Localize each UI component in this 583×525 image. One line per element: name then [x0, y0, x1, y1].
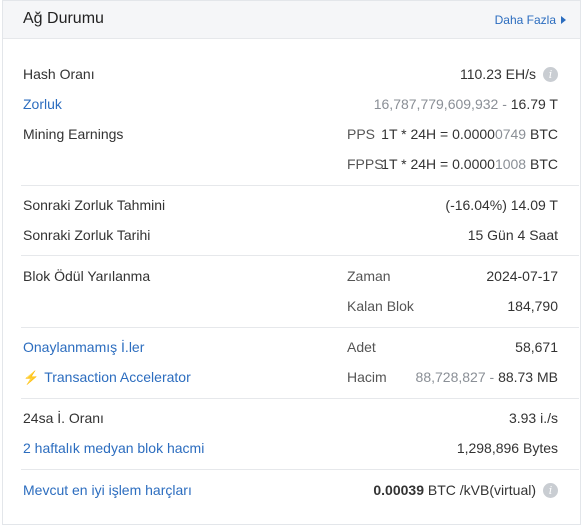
fpps-row: FPPS 1T * 24H = 0.00001008 BTC: [3, 150, 580, 180]
mining-earnings-label: Mining Earnings: [23, 126, 124, 142]
best-fee-link[interactable]: Mevcut en iyi işlem harçları: [23, 482, 192, 498]
next-difficulty-label: Sonraki Zorluk Tahmini: [23, 197, 166, 213]
lightning-bolt-icon[interactable]: ⚡: [23, 370, 39, 385]
best-fee-amount: 0.00039: [373, 482, 424, 498]
accelerator-row: ⚡ Transaction Accelerator Hacim 88,728,82…: [3, 363, 580, 393]
volume-sep: -: [485, 369, 499, 385]
card-header: Ağ Durumu Daha Fazla: [3, 1, 580, 39]
card-title: Ağ Durumu: [23, 10, 104, 27]
unconfirmed-count-value: 58,671: [515, 339, 558, 355]
pps-label: PPS: [347, 126, 376, 142]
difficulty-value: 16,787,779,609,932 - 16.79 T: [374, 96, 558, 112]
halving-time-value: 2024-07-17: [486, 268, 558, 284]
pps-value: 1T * 24H = 0.00000749 BTC: [381, 126, 558, 142]
info-icon[interactable]: i: [543, 483, 558, 498]
divider: [21, 185, 579, 186]
difficulty-short: 16.79 T: [510, 96, 558, 112]
divider: [21, 469, 579, 470]
volume-label: Hacim: [347, 369, 387, 385]
best-fee-unit: BTC /kVB(virtual): [423, 482, 536, 498]
volume-full: 88,728,827: [415, 369, 486, 385]
tx-rate-label: 24sa İ. Oranı: [23, 410, 104, 426]
next-difficulty-date-row: Sonraki Zorluk Tarihi 15 Gün 4 Saat: [3, 221, 580, 251]
median-block-link[interactable]: 2 haftalık medyan blok hacmi: [23, 440, 204, 456]
caret-right-icon[interactable]: [561, 16, 566, 24]
hash-rate-label: Hash Oranı: [23, 66, 95, 82]
divider: [21, 255, 579, 256]
fpps-prefix: 1T * 24H = 0.0000: [381, 156, 495, 172]
difficulty-link[interactable]: Zorluk: [23, 96, 62, 112]
info-icon[interactable]: i: [543, 67, 558, 82]
pps-prefix: 1T * 24H = 0.0000: [381, 126, 495, 142]
volume-value: 88,728,827 - 88.73 MB: [416, 369, 558, 385]
best-fee-row: Mevcut en iyi işlem harçları 0.00039 BTC…: [3, 476, 580, 506]
halving-blocks-row: Kalan Blok 184,790: [3, 292, 580, 322]
fpps-highlight: 1008: [494, 156, 527, 172]
best-fee-value: 0.00039 BTC /kVB(virtual): [373, 482, 536, 498]
divider: [21, 327, 579, 328]
halving-row: Blok Ödül Yarılanma Zaman 2024-07-17: [3, 262, 580, 292]
mining-earnings-row: Mining Earnings PPS 1T * 24H = 0.0000074…: [3, 120, 580, 150]
accelerator-label[interactable]: Transaction Accelerator: [44, 369, 191, 385]
tx-rate-value: 3.93 i./s: [508, 410, 558, 426]
unconfirmed-row: Onaylanmamış İ.ler Adet 58,671: [3, 333, 580, 363]
difficulty-row: Zorluk 16,787,779,609,932 - 16.79 T: [3, 90, 580, 120]
divider: [21, 398, 579, 399]
next-difficulty-row: Sonraki Zorluk Tahmini (-16.04%) 14.09 T: [3, 191, 580, 221]
halving-label: Blok Ödül Yarılanma: [23, 268, 151, 284]
unconfirmed-count-label: Adet: [347, 339, 376, 355]
halving-blocks-label: Kalan Blok: [347, 298, 414, 314]
fpps-label: FPPS: [347, 156, 384, 172]
pps-highlight: 0749: [494, 126, 527, 142]
hash-rate-row: Hash Oranı 110.23 EH/s i: [3, 60, 580, 90]
next-difficulty-value: (-16.04%) 14.09 T: [445, 197, 558, 213]
halving-time-label: Zaman: [347, 268, 391, 284]
median-block-row: 2 haftalık medyan blok hacmi 1,298,896 B…: [3, 434, 580, 464]
volume-short: 88.73 MB: [498, 369, 558, 385]
unconfirmed-link[interactable]: Onaylanmamış İ.ler: [23, 339, 144, 355]
hash-rate-value: 110.23 EH/s: [459, 66, 536, 82]
next-difficulty-date-value: 15 Gün 4 Saat: [467, 227, 558, 243]
pps-unit: BTC: [526, 126, 558, 142]
transaction-accelerator-link[interactable]: ⚡ Transaction Accelerator: [23, 369, 191, 386]
fpps-value: 1T * 24H = 0.00001008 BTC: [381, 156, 558, 172]
difficulty-full: 16,787,779,609,932: [373, 96, 499, 112]
tx-rate-row: 24sa İ. Oranı 3.93 i./s: [3, 404, 580, 434]
difficulty-sep: -: [498, 96, 511, 112]
median-block-value: 1,298,896 Bytes: [456, 440, 558, 456]
halving-blocks-value: 184,790: [507, 298, 558, 314]
more-link-label[interactable]: Daha Fazla: [495, 13, 556, 27]
network-status-card: Ağ Durumu Daha Fazla Hash Oranı 110.23 E…: [2, 0, 581, 525]
fpps-unit: BTC: [526, 156, 558, 172]
next-difficulty-date-label: Sonraki Zorluk Tarihi: [23, 227, 151, 243]
more-link[interactable]: Daha Fazla: [495, 13, 566, 27]
